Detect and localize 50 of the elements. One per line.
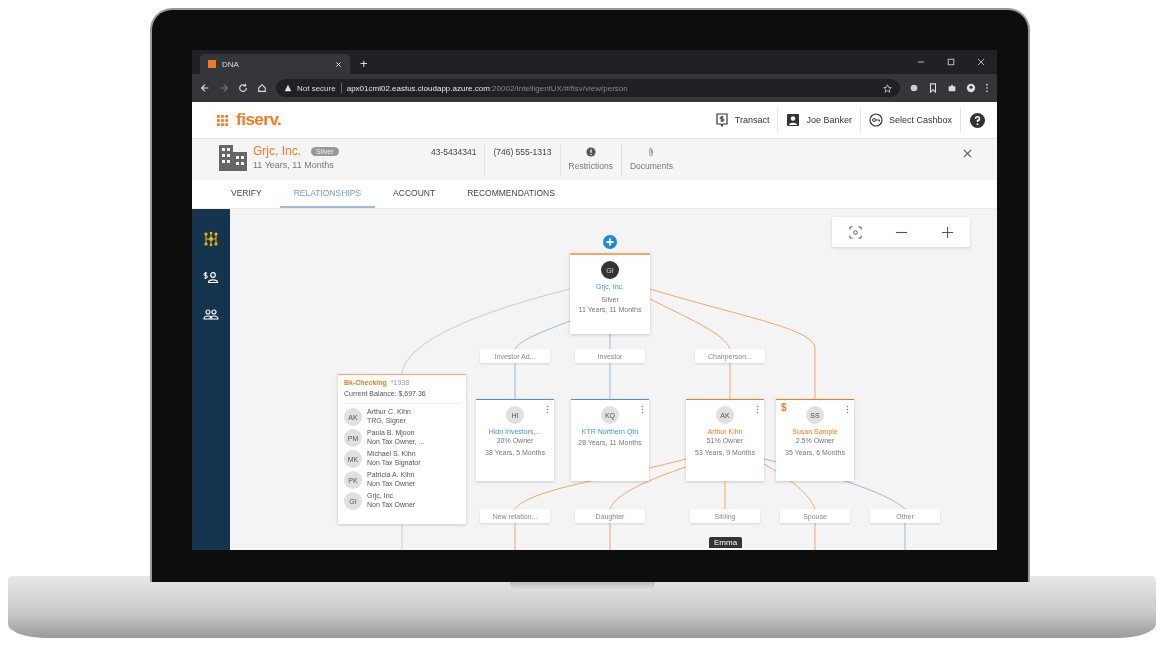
header-action-button[interactable]: Joe Banker [778,108,861,132]
entity-name: Grjc, Inc. [253,144,301,158]
favicon-icon [208,60,216,68]
help-icon[interactable] [970,112,985,128]
sidebar-item[interactable] [203,269,219,285]
home-icon[interactable] [257,83,267,93]
nav-tab[interactable]: VERIFY [217,180,276,208]
key-icon [868,113,883,127]
puzzle-icon[interactable] [947,83,957,93]
sidebar-item[interactable] [203,307,219,323]
fit-view-icon[interactable] [848,225,862,239]
tab-title: DNA [222,59,239,69]
alert-icon [585,147,596,157]
tenure-text: 11 Years, 11 Months [253,160,335,170]
kebab-icon[interactable] [985,83,989,93]
browser-tab[interactable]: DNA [200,54,350,74]
sidebar-item[interactable] [203,231,219,247]
maximize-icon[interactable] [947,58,955,66]
profile-icon[interactable] [966,83,976,93]
new-tab-button[interactable]: + [360,56,368,71]
back-icon[interactable] [200,83,210,93]
close-icon[interactable] [963,149,972,158]
security-label: Not secure [297,83,336,93]
zoom-in-icon[interactable] [940,225,954,239]
nav-tab[interactable]: ACCOUNT [379,180,450,208]
address-field[interactable]: Not secure apx01cml02.eastus.cloudapp.azure.com:20002/IntelligentUX/#/fisv/view/person [276,79,900,97]
minimize-icon[interactable] [917,58,925,66]
header-action-button[interactable]: Select Cashbox [860,108,961,132]
app-grid-icon[interactable] [217,114,228,126]
star-icon[interactable] [883,83,892,93]
nav-tab[interactable]: RECOMMENDATIONS [453,180,569,208]
tax-id-text: 43-5434341 [430,146,478,159]
url-text: apx01cml02.eastus.cloudapp.azure.com:20002/IntelligentUX/#/fisv/view/person [346,83,628,93]
user-icon [786,113,801,127]
bookmark-icon[interactable] [928,83,938,93]
entity-action-button[interactable]: Documents [620,144,681,176]
account-card[interactable] [338,374,466,524]
extension-icon[interactable] [909,83,919,93]
dollar-receipt-icon [714,113,729,127]
forward-icon[interactable] [219,83,229,93]
add-icon[interactable] [603,235,617,249]
dollar-sign: $ [781,402,787,413]
header-action-button[interactable]: Transact [706,108,779,132]
tooltip: Emma [709,537,743,548]
phone-text: (746) 555-1313 [484,144,560,176]
entity-action-button[interactable]: Restrictions [559,144,621,176]
brand-logo: fiserv. [236,110,282,130]
building-icon [218,144,248,172]
warning-icon [284,84,292,92]
reload-icon[interactable] [238,83,248,93]
